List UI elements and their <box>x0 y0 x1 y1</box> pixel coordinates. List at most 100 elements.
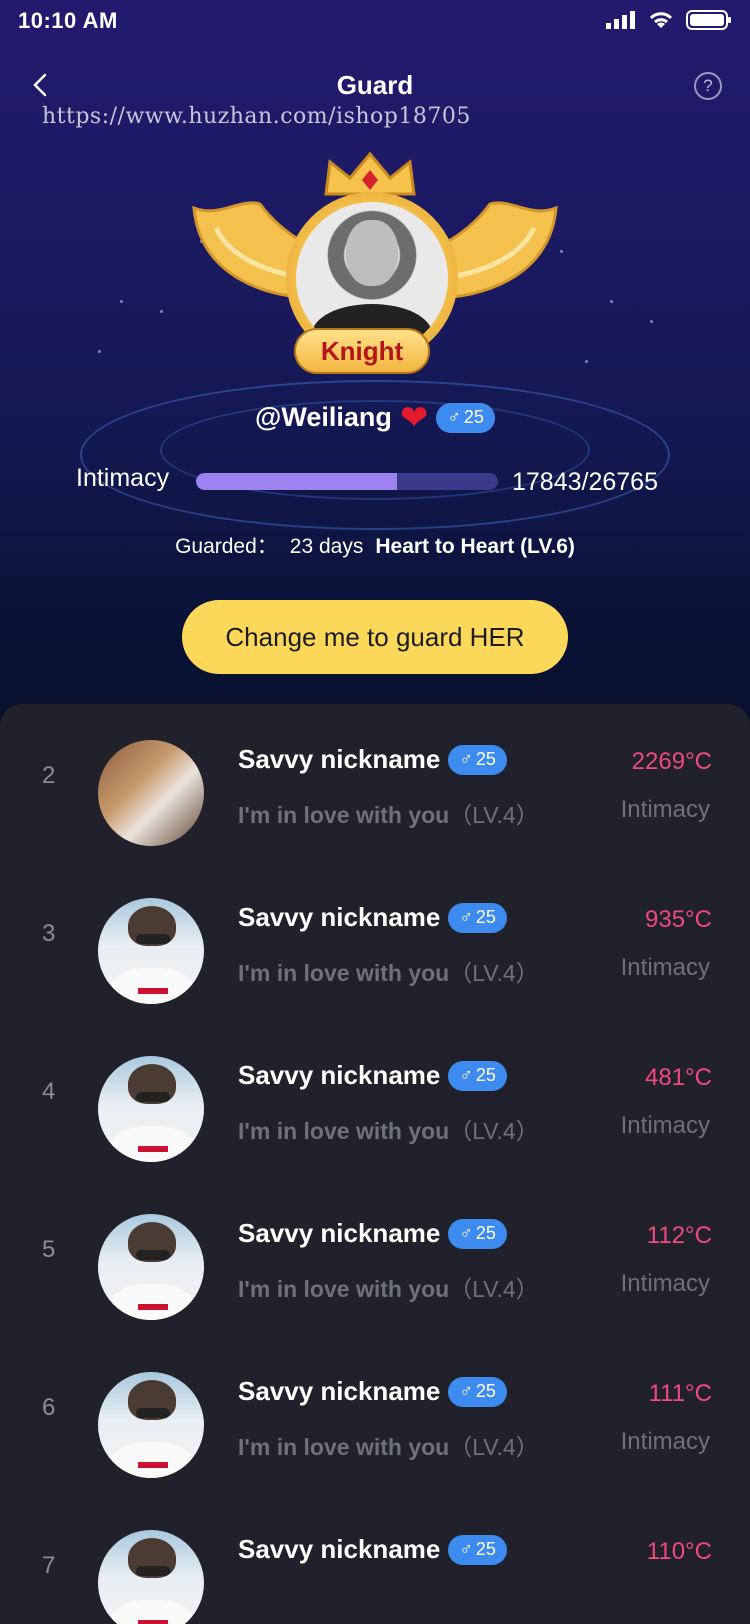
guarded-info: Guarded： 23 days Heart to Heart (LV.6) <box>0 530 750 560</box>
male-icon: ♂ <box>447 407 461 427</box>
guardian-list: 2 Savvy nickname ♂ 25 I'm in love with you（L… <box>0 704 750 1624</box>
nav-bar: Guard ? <box>0 60 750 110</box>
status-bar: 10:10 AM <box>0 0 750 40</box>
age-value: 25 <box>475 1381 496 1401</box>
watermark-url: https://www.huzhan.com/ishop18705 <box>42 104 471 129</box>
age-value: 25 <box>475 1065 496 1085</box>
list-bio-text: I'm in love with you <box>238 960 450 986</box>
intimacy-label: Intimacy <box>76 464 170 492</box>
list-level: （LV.4） <box>449 802 539 828</box>
age-badge: ♂ 25 <box>448 1376 507 1407</box>
intimacy-row: Intimacy 17843/26765 <box>76 464 676 500</box>
list-intimacy-label: Intimacy <box>620 954 710 981</box>
list-item[interactable]: 6 Savvy nickname ♂ 25 I'm in love with you（L… <box>0 1336 750 1500</box>
avatar[interactable] <box>98 1214 204 1320</box>
list-temperature: 935°C <box>645 906 712 933</box>
avatar[interactable] <box>98 1056 204 1162</box>
guard-badge: Knight <box>190 150 560 390</box>
age-value: 25 <box>475 749 496 769</box>
list-bio: I'm in love with you（LV.4） <box>238 1270 539 1304</box>
male-icon: ♂ <box>459 1381 473 1401</box>
list-name-line: Savvy nickname ♂ 25 <box>238 1376 507 1407</box>
list-name-line: Savvy nickname ♂ 25 <box>238 744 507 775</box>
help-button[interactable]: ? <box>694 72 722 100</box>
male-icon: ♂ <box>459 1065 473 1085</box>
list-name-line: Savvy nickname ♂ 25 <box>238 902 507 933</box>
battery-icon <box>686 10 731 30</box>
age-badge: ♂ 25 <box>448 1218 507 1249</box>
list-bio-text: I'm in love with you <box>238 1434 450 1460</box>
status-icons <box>606 10 732 30</box>
list-bio: I'm in love with you（LV.4） <box>238 1112 539 1146</box>
list-temperature: 111°C <box>648 1380 712 1407</box>
list-bio: I'm in love with you（LV.4） <box>238 954 539 988</box>
avatar[interactable] <box>98 1372 204 1478</box>
list-intimacy-label: Intimacy <box>620 796 710 823</box>
guard-level: Heart to Heart (LV.6) <box>375 535 575 558</box>
guarded-days: 23 days <box>289 535 364 558</box>
list-item[interactable]: 4 Savvy nickname ♂ 25 I'm in love with you（L… <box>0 1020 750 1184</box>
list-rank: 4 <box>42 1078 56 1105</box>
list-level: （LV.4） <box>449 960 539 986</box>
age-badge: ♂ 25 <box>436 402 495 433</box>
male-icon: ♂ <box>459 1539 473 1559</box>
list-intimacy-label: Intimacy <box>620 1428 710 1455</box>
list-rank: 5 <box>42 1236 56 1263</box>
male-icon: ♂ <box>459 1223 473 1243</box>
list-bio-text: I'm in love with you <box>238 1118 450 1144</box>
age-badge: ♂ 25 <box>448 744 507 775</box>
list-name-line: Savvy nickname ♂ 25 <box>238 1060 507 1091</box>
list-nickname[interactable]: Savvy nickname <box>238 1060 440 1091</box>
list-rank: 6 <box>42 1394 56 1421</box>
avatar[interactable] <box>98 740 204 846</box>
status-time: 10:10 AM <box>18 8 118 33</box>
guard-hero: 10:10 AM Guard ? https://www.huzhan.com/… <box>0 0 750 740</box>
age-value: 25 <box>475 1223 496 1243</box>
list-temperature: 2269°C <box>631 748 712 775</box>
list-item[interactable]: 2 Savvy nickname ♂ 25 I'm in love with you（L… <box>0 704 750 868</box>
list-intimacy-label: Intimacy <box>620 1270 710 1297</box>
intimacy-value: 17843/26765 <box>512 468 658 496</box>
age-badge: ♂ 25 <box>448 1534 507 1565</box>
list-rank: 7 <box>42 1552 56 1579</box>
list-nickname[interactable]: Savvy nickname <box>238 902 440 933</box>
list-nickname[interactable]: Savvy nickname <box>238 1534 440 1565</box>
list-name-line: Savvy nickname ♂ 25 <box>238 1534 507 1565</box>
list-nickname[interactable]: Savvy nickname <box>238 1376 440 1407</box>
avatar[interactable] <box>98 898 204 1004</box>
list-level: （LV.4） <box>449 1276 539 1302</box>
list-level: （LV.4） <box>449 1118 539 1144</box>
list-temperature: 110°C <box>646 1538 712 1565</box>
list-nickname[interactable]: Savvy nickname <box>238 744 440 775</box>
page-title: Guard <box>336 70 414 100</box>
list-rank: 3 <box>42 920 56 947</box>
age-value: 25 <box>475 1539 496 1559</box>
list-bio-text: I'm in love with you <box>238 802 450 828</box>
list-temperature: 112°C <box>646 1222 712 1249</box>
list-item[interactable]: 5 Savvy nickname ♂ 25 I'm in love with you（L… <box>0 1178 750 1342</box>
male-icon: ♂ <box>459 749 473 769</box>
list-bio: I'm in love with you（LV.4） <box>238 796 539 830</box>
guard-rank-badge: Knight <box>294 328 430 374</box>
list-item[interactable]: 7 Savvy nickname ♂ 25 110°C <box>0 1494 750 1624</box>
list-item[interactable]: 3 Savvy nickname ♂ 25 I'm in love with you（L… <box>0 862 750 1026</box>
list-rank: 2 <box>42 762 56 789</box>
list-nickname[interactable]: Savvy nickname <box>238 1218 440 1249</box>
list-intimacy-label: Intimacy <box>620 1112 710 1139</box>
change-guard-button[interactable]: Change me to guard HER <box>182 600 568 674</box>
list-name-line: Savvy nickname ♂ 25 <box>238 1218 507 1249</box>
list-bio-text: I'm in love with you <box>238 1276 450 1302</box>
list-temperature: 481°C <box>645 1064 712 1091</box>
age-badge: ♂ 25 <box>448 1060 507 1091</box>
signal-icon <box>606 11 635 29</box>
wifi-icon <box>649 12 673 28</box>
age-value: 25 <box>475 907 496 927</box>
age-value: 25 <box>463 407 484 427</box>
guarded-label: Guarded： <box>175 535 278 558</box>
intimacy-progress-fill <box>196 473 398 490</box>
heart-icon: ❤ <box>399 398 429 437</box>
guard-username[interactable]: @Weiliang <box>255 402 392 433</box>
avatar[interactable] <box>98 1530 204 1624</box>
intimacy-progress-bar <box>196 473 498 490</box>
age-badge: ♂ 25 <box>448 902 507 933</box>
